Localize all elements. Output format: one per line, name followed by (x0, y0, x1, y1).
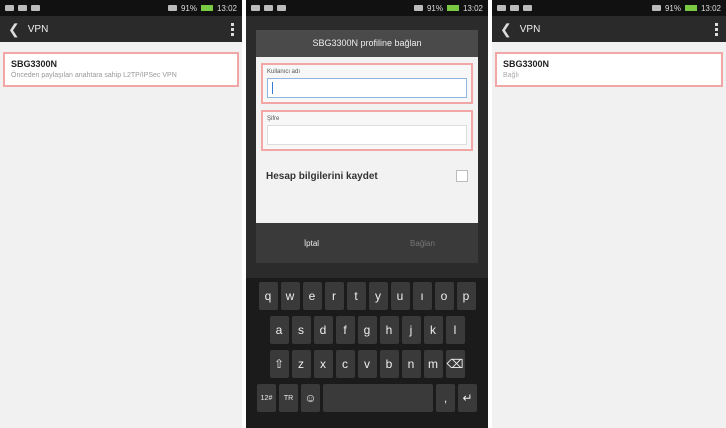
battery-percent: 91% (426, 3, 443, 13)
wifi-icon (167, 5, 177, 11)
password-input[interactable] (267, 125, 467, 145)
phone-screen-vpn-list: 91% 13:02 ❮ VPN SBG3300N Önceden paylaşıl… (0, 0, 242, 428)
action-bar: ❮ VPN (0, 16, 242, 42)
username-field-group: Kullanıcı adı (261, 63, 473, 104)
page-title: VPN (27, 23, 49, 35)
language-key[interactable]: TR (279, 384, 298, 412)
phone-screen-connect-dialog: 91% 13:02 SBG3300N profiline bağlan Kulla… (246, 0, 488, 428)
keyboard-row-2: a s d f g h j k l (248, 316, 486, 344)
key[interactable]: h (379, 316, 399, 344)
keyboard-row-3: ⇧ z x c v b n m ⌫ (248, 350, 486, 378)
on-screen-keyboard: q w e r t y u ı o p a s d f g h j k l ⇧ … (246, 278, 488, 428)
vpn-connection-status: Bağlı (503, 72, 519, 79)
connect-button[interactable]: Bağlan (367, 223, 478, 263)
key[interactable]: p (456, 282, 476, 310)
key[interactable]: c (335, 350, 355, 378)
status-bar: 91% 13:02 (246, 0, 488, 16)
password-label: Şifre (267, 116, 280, 122)
vpn-profile-item[interactable]: SBG3300N Önceden paylaşılan anahtara sah… (3, 52, 239, 87)
battery-icon (446, 5, 459, 11)
clock: 13:02 (462, 3, 483, 13)
image-icon (264, 5, 273, 11)
vpn-profile-type: Önceden paylaşılan anahtara sahip L2TP/I… (11, 72, 177, 79)
overflow-menu-icon[interactable] (715, 22, 718, 36)
key[interactable]: y (368, 282, 388, 310)
vpn-profile-item[interactable]: SBG3300N Bağlı (495, 52, 723, 87)
battery-percent: 91% (180, 3, 197, 13)
save-credentials-checkbox[interactable] (456, 170, 468, 182)
image-icon (18, 5, 27, 11)
keyboard-row-4: 12# TR ☺ , ↵ (248, 384, 486, 412)
status-bar: 91% 13:02 (492, 0, 726, 16)
battery-icon (200, 5, 213, 11)
backspace-key-icon[interactable]: ⌫ (445, 350, 465, 378)
vpn-key-icon (510, 5, 519, 11)
password-field-group: Şifre (261, 110, 473, 151)
back-chevron-icon[interactable]: ❮ (500, 21, 512, 38)
phone-screen-vpn-connected: 91% 13:02 ❮ VPN SBG3300N Bağlı (492, 0, 726, 428)
action-bar: ❮ VPN (492, 16, 726, 42)
key[interactable]: b (379, 350, 399, 378)
text-cursor (272, 82, 273, 94)
page-title: VPN (519, 23, 541, 35)
overflow-menu-icon[interactable] (231, 22, 234, 36)
comma-key[interactable]: , (436, 384, 455, 412)
key[interactable]: g (357, 316, 377, 344)
status-bar: 91% 13:02 (0, 0, 242, 16)
key[interactable]: z (291, 350, 311, 378)
key[interactable]: e (302, 282, 322, 310)
notification-icon (497, 5, 506, 11)
key[interactable]: ı (412, 282, 432, 310)
key[interactable]: s (291, 316, 311, 344)
key[interactable]: m (423, 350, 443, 378)
save-credentials-label: Hesap bilgilerini kaydet (266, 170, 378, 182)
battery-percent: 91% (664, 3, 681, 13)
key[interactable]: k (423, 316, 443, 344)
notification-icon (5, 5, 14, 11)
vpn-profile-name: SBG3300N (503, 59, 550, 69)
keyboard-row-1: q w e r t y u ı o p (248, 282, 486, 310)
key[interactable]: x (313, 350, 333, 378)
key[interactable]: u (390, 282, 410, 310)
symbols-key[interactable]: 12# (257, 384, 276, 412)
shift-key-icon[interactable]: ⇧ (269, 350, 289, 378)
key[interactable]: n (401, 350, 421, 378)
cancel-button[interactable]: İptal (256, 223, 367, 263)
mail-icon (277, 5, 286, 11)
key[interactable]: v (357, 350, 377, 378)
wifi-icon (413, 5, 423, 11)
clock: 13:02 (700, 3, 721, 13)
vpn-profile-name: SBG3300N (11, 59, 58, 69)
key[interactable]: o (434, 282, 454, 310)
key[interactable]: f (335, 316, 355, 344)
back-chevron-icon[interactable]: ❮ (8, 21, 20, 38)
key[interactable]: l (445, 316, 465, 344)
wifi-icon (651, 5, 661, 11)
mail-icon (31, 5, 40, 11)
space-key[interactable] (323, 384, 433, 412)
connect-dialog: SBG3300N profiline bağlan Kullanıcı adı … (256, 30, 478, 263)
image-icon (523, 5, 532, 11)
key[interactable]: q (258, 282, 278, 310)
key[interactable]: w (280, 282, 300, 310)
emoji-key-icon[interactable]: ☺ (301, 384, 320, 412)
key[interactable]: d (313, 316, 333, 344)
battery-icon (684, 5, 697, 11)
username-input[interactable] (267, 78, 467, 98)
enter-key-icon[interactable]: ↵ (458, 384, 477, 412)
notification-icon (251, 5, 260, 11)
key[interactable]: r (324, 282, 344, 310)
save-credentials-row[interactable]: Hesap bilgilerini kaydet (256, 156, 478, 196)
key[interactable]: a (269, 316, 289, 344)
clock: 13:02 (216, 3, 237, 13)
dialog-title: SBG3300N profiline bağlan (256, 30, 478, 57)
username-label: Kullanıcı adı (267, 69, 301, 75)
dialog-buttons: İptal Bağlan (256, 223, 478, 263)
key[interactable]: j (401, 316, 421, 344)
key[interactable]: t (346, 282, 366, 310)
